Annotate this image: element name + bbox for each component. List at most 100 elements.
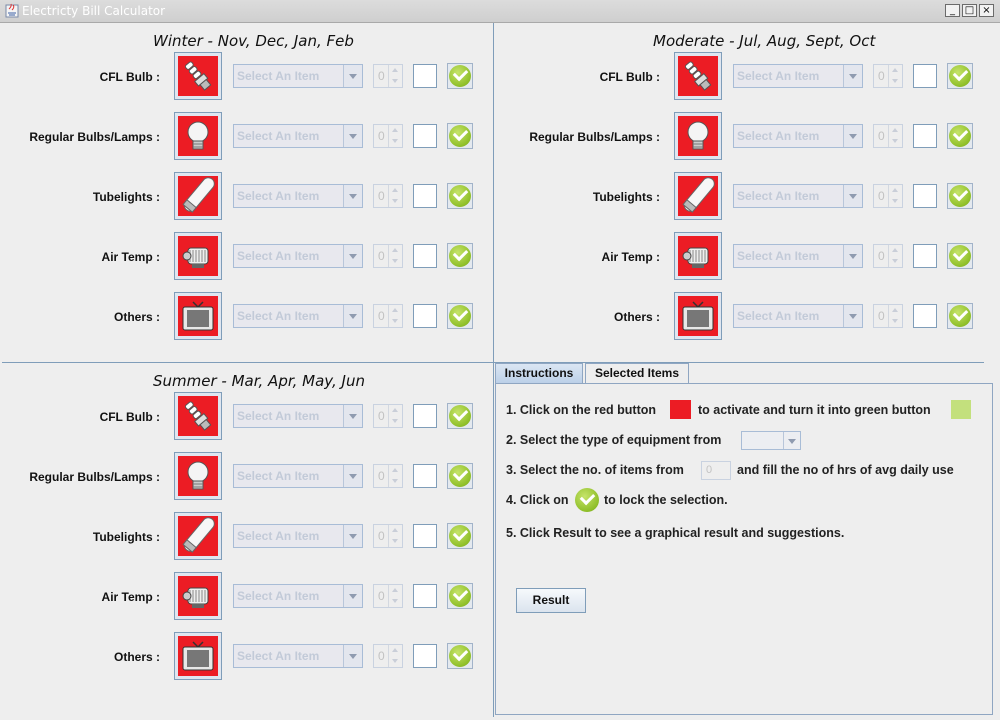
title-bar[interactable]: Electricty Bill Calculator _ □ ×: [0, 0, 1000, 23]
summer-tubelights-count-spinner[interactable]: 0: [373, 524, 403, 548]
moderate-cfl-bulb-count-spinner[interactable]: 0: [873, 64, 903, 88]
moderate-tubelights-toggle-button[interactable]: [674, 172, 722, 220]
moderate-cfl-bulb-toggle-button[interactable]: [674, 52, 722, 100]
summer-others-toggle-button[interactable]: [174, 632, 222, 680]
summer-cfl-bulb-equipment-combo[interactable]: Select An Item: [233, 404, 363, 428]
winter-tubelights-count-spinner[interactable]: 0: [373, 184, 403, 208]
chevron-down-icon[interactable]: [343, 645, 362, 667]
chevron-down-icon[interactable]: [843, 245, 862, 267]
winter-regular-bulbs-lamps-toggle-button[interactable]: [174, 112, 222, 160]
winter-others-toggle-button[interactable]: [174, 292, 222, 340]
spinner-arrows-icon[interactable]: [888, 65, 902, 87]
spinner-arrows-icon[interactable]: [888, 125, 902, 147]
summer-regular-bulbs-lamps-equipment-combo[interactable]: Select An Item: [233, 464, 363, 488]
spinner-arrows-icon[interactable]: [388, 645, 402, 667]
summer-cfl-bulb-toggle-button[interactable]: [174, 392, 222, 440]
winter-tubelights-toggle-button[interactable]: [174, 172, 222, 220]
summer-cfl-bulb-hours-field[interactable]: [413, 404, 437, 428]
moderate-regular-bulbs-lamps-count-spinner[interactable]: 0: [873, 124, 903, 148]
moderate-others-count-spinner[interactable]: 0: [873, 304, 903, 328]
moderate-regular-bulbs-lamps-equipment-combo[interactable]: Select An Item: [733, 124, 863, 148]
summer-others-hours-field[interactable]: [413, 644, 437, 668]
summer-others-equipment-combo[interactable]: Select An Item: [233, 644, 363, 668]
moderate-regular-bulbs-lamps-lock-button[interactable]: [947, 123, 973, 149]
spinner-arrows-icon[interactable]: [888, 305, 902, 327]
chevron-down-icon[interactable]: [343, 465, 362, 487]
summer-others-lock-button[interactable]: [447, 643, 473, 669]
summer-tubelights-toggle-button[interactable]: [174, 512, 222, 560]
chevron-down-icon[interactable]: [843, 125, 862, 147]
chevron-down-icon[interactable]: [343, 185, 362, 207]
winter-regular-bulbs-lamps-equipment-combo[interactable]: Select An Item: [233, 124, 363, 148]
moderate-others-lock-button[interactable]: [947, 303, 973, 329]
summer-regular-bulbs-lamps-lock-button[interactable]: [447, 463, 473, 489]
summer-tubelights-equipment-combo[interactable]: Select An Item: [233, 524, 363, 548]
spinner-arrows-icon[interactable]: [388, 245, 402, 267]
winter-others-count-spinner[interactable]: 0: [373, 304, 403, 328]
spinner-arrows-icon[interactable]: [388, 65, 402, 87]
moderate-regular-bulbs-lamps-hours-field[interactable]: [913, 124, 937, 148]
chevron-down-icon[interactable]: [343, 305, 362, 327]
summer-regular-bulbs-lamps-hours-field[interactable]: [413, 464, 437, 488]
winter-cfl-bulb-hours-field[interactable]: [413, 64, 437, 88]
close-button[interactable]: ×: [979, 4, 994, 17]
summer-air-temp-lock-button[interactable]: [447, 583, 473, 609]
chevron-down-icon[interactable]: [343, 585, 362, 607]
summer-cfl-bulb-lock-button[interactable]: [447, 403, 473, 429]
winter-air-temp-toggle-button[interactable]: [174, 232, 222, 280]
winter-tubelights-lock-button[interactable]: [447, 183, 473, 209]
moderate-tubelights-hours-field[interactable]: [913, 184, 937, 208]
spinner-arrows-icon[interactable]: [888, 185, 902, 207]
maximize-button[interactable]: □: [962, 4, 977, 17]
moderate-cfl-bulb-equipment-combo[interactable]: Select An Item: [733, 64, 863, 88]
moderate-tubelights-equipment-combo[interactable]: Select An Item: [733, 184, 863, 208]
chevron-down-icon[interactable]: [343, 125, 362, 147]
chevron-down-icon[interactable]: [843, 65, 862, 87]
moderate-regular-bulbs-lamps-toggle-button[interactable]: [674, 112, 722, 160]
summer-tubelights-hours-field[interactable]: [413, 524, 437, 548]
winter-cfl-bulb-equipment-combo[interactable]: Select An Item: [233, 64, 363, 88]
chevron-down-icon[interactable]: [343, 65, 362, 87]
winter-tubelights-hours-field[interactable]: [413, 184, 437, 208]
winter-regular-bulbs-lamps-lock-button[interactable]: [447, 123, 473, 149]
winter-others-hours-field[interactable]: [413, 304, 437, 328]
moderate-air-temp-equipment-combo[interactable]: Select An Item: [733, 244, 863, 268]
spinner-arrows-icon[interactable]: [388, 305, 402, 327]
winter-air-temp-lock-button[interactable]: [447, 243, 473, 269]
tab-selected-items[interactable]: Selected Items: [585, 363, 689, 383]
tab-instructions[interactable]: Instructions: [495, 363, 583, 383]
moderate-others-hours-field[interactable]: [913, 304, 937, 328]
summer-air-temp-hours-field[interactable]: [413, 584, 437, 608]
summer-regular-bulbs-lamps-toggle-button[interactable]: [174, 452, 222, 500]
moderate-air-temp-hours-field[interactable]: [913, 244, 937, 268]
summer-air-temp-toggle-button[interactable]: [174, 572, 222, 620]
spinner-arrows-icon[interactable]: [388, 125, 402, 147]
summer-air-temp-equipment-combo[interactable]: Select An Item: [233, 584, 363, 608]
summer-cfl-bulb-count-spinner[interactable]: 0: [373, 404, 403, 428]
chevron-down-icon[interactable]: [343, 405, 362, 427]
moderate-cfl-bulb-hours-field[interactable]: [913, 64, 937, 88]
moderate-tubelights-count-spinner[interactable]: 0: [873, 184, 903, 208]
winter-cfl-bulb-count-spinner[interactable]: 0: [373, 64, 403, 88]
chevron-down-icon[interactable]: [843, 305, 862, 327]
spinner-arrows-icon[interactable]: [388, 405, 402, 427]
winter-tubelights-equipment-combo[interactable]: Select An Item: [233, 184, 363, 208]
spinner-arrows-icon[interactable]: [888, 245, 902, 267]
winter-cfl-bulb-toggle-button[interactable]: [174, 52, 222, 100]
result-button[interactable]: Result: [516, 588, 586, 613]
spinner-arrows-icon[interactable]: [388, 525, 402, 547]
winter-air-temp-hours-field[interactable]: [413, 244, 437, 268]
summer-tubelights-lock-button[interactable]: [447, 523, 473, 549]
moderate-others-toggle-button[interactable]: [674, 292, 722, 340]
winter-air-temp-count-spinner[interactable]: 0: [373, 244, 403, 268]
chevron-down-icon[interactable]: [343, 525, 362, 547]
summer-air-temp-count-spinner[interactable]: 0: [373, 584, 403, 608]
summer-others-count-spinner[interactable]: 0: [373, 644, 403, 668]
summer-regular-bulbs-lamps-count-spinner[interactable]: 0: [373, 464, 403, 488]
winter-air-temp-equipment-combo[interactable]: Select An Item: [233, 244, 363, 268]
moderate-tubelights-lock-button[interactable]: [947, 183, 973, 209]
moderate-air-temp-toggle-button[interactable]: [674, 232, 722, 280]
moderate-cfl-bulb-lock-button[interactable]: [947, 63, 973, 89]
winter-regular-bulbs-lamps-hours-field[interactable]: [413, 124, 437, 148]
moderate-air-temp-count-spinner[interactable]: 0: [873, 244, 903, 268]
